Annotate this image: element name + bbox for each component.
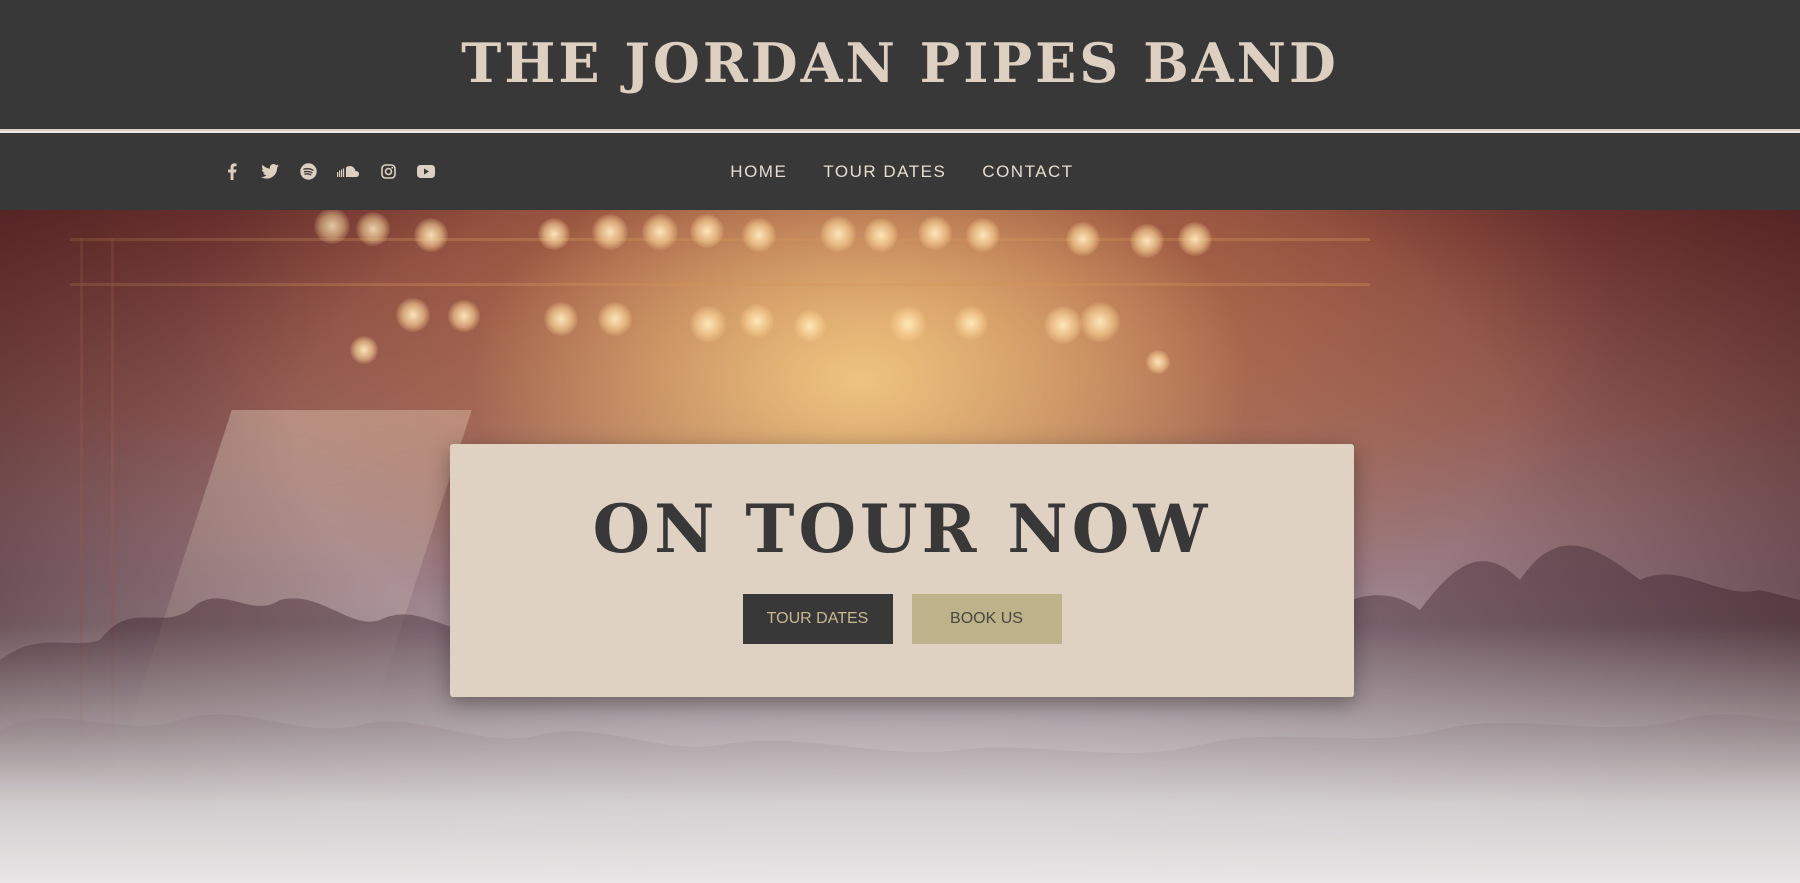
nav-link-home[interactable]: HOME [730, 162, 787, 182]
card-buttons: TOUR DATES BOOK US [742, 594, 1062, 644]
main-nav: HOME TOUR DATES CONTACT [0, 133, 1800, 210]
tour-dates-button[interactable]: TOUR DATES [742, 594, 893, 644]
book-us-button[interactable]: BOOK US [911, 594, 1062, 644]
nav-bar: HOME TOUR DATES CONTACT [0, 133, 1800, 210]
nav-link-contact[interactable]: CONTACT [982, 162, 1073, 182]
site-header: THE JORDAN PIPES BAND [0, 0, 1800, 131]
site-title[interactable]: THE JORDAN PIPES BAND [461, 31, 1339, 95]
nav-link-tour-dates[interactable]: TOUR DATES [823, 162, 946, 182]
tour-callout-card: ON TOUR NOW TOUR DATES BOOK US [450, 444, 1354, 697]
tour-heading: ON TOUR NOW [592, 490, 1212, 568]
